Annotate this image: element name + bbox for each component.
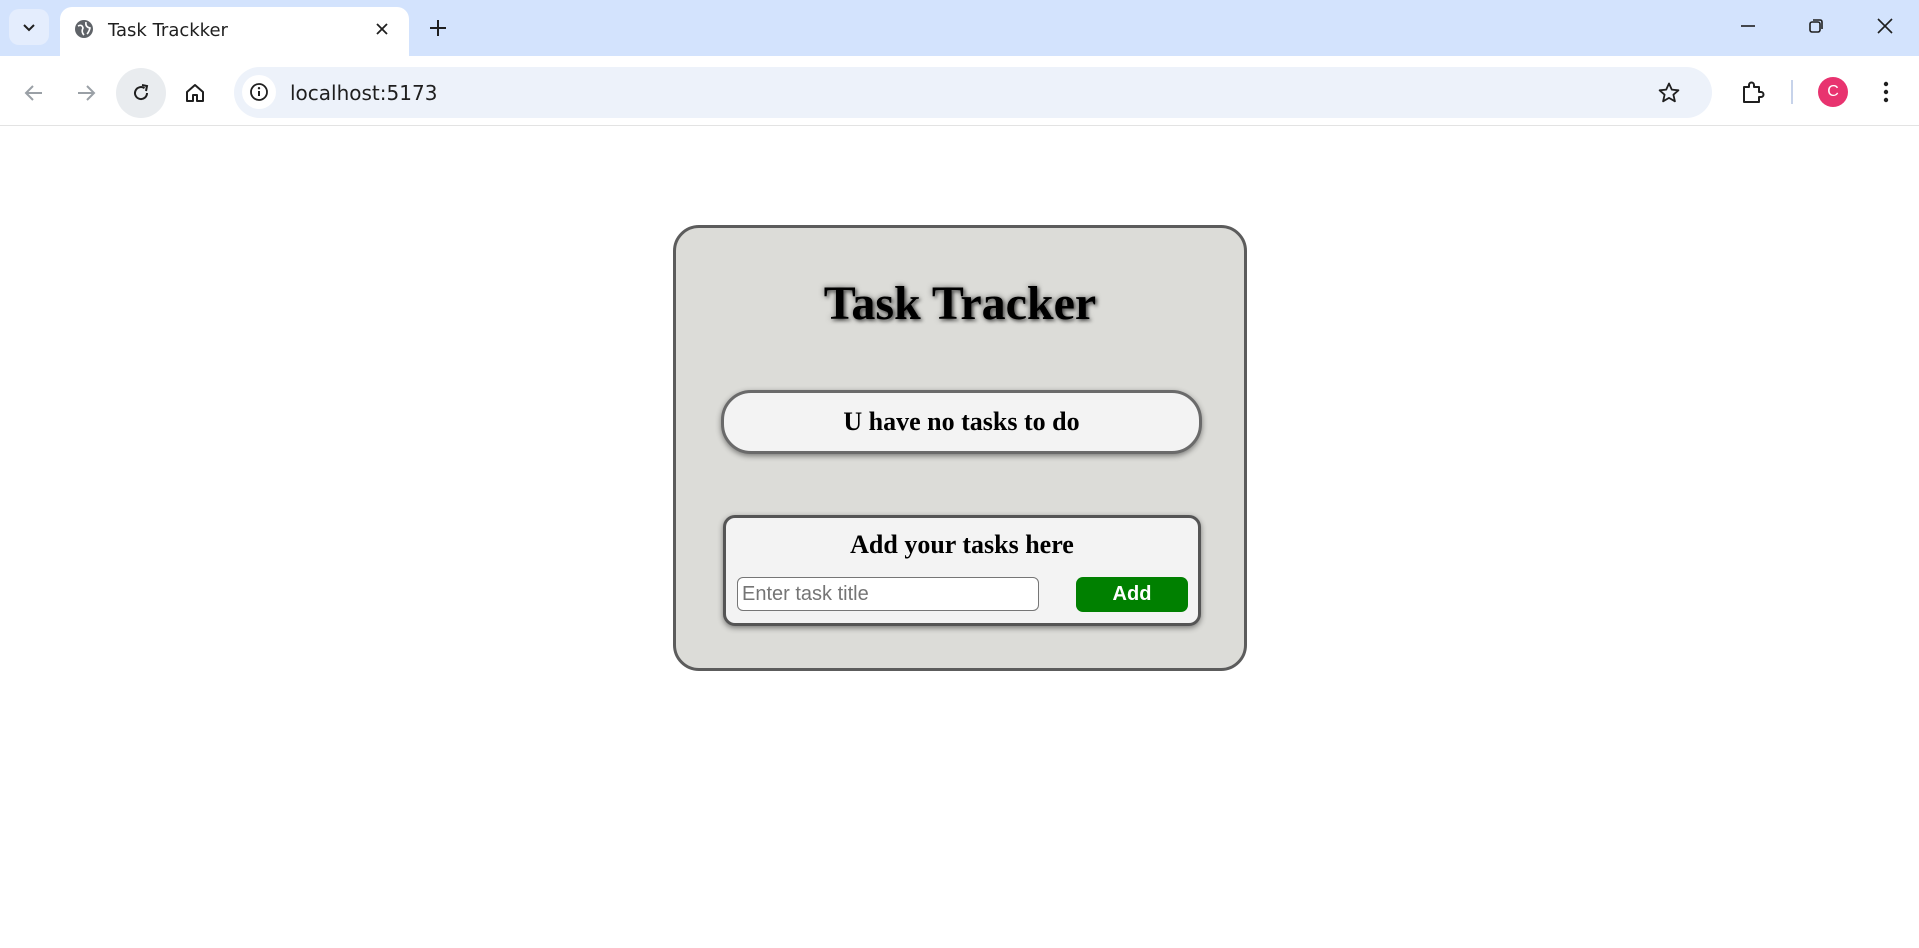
restore-icon [1809, 19, 1823, 33]
add-task-heading: Add your tasks here [850, 530, 1074, 559]
home-icon [186, 84, 204, 102]
star-icon[interactable] [1654, 78, 1684, 108]
toolbar-separator [1791, 80, 1793, 104]
kebab-menu-icon[interactable] [1868, 74, 1904, 110]
page-title: Task Tracker [823, 277, 1097, 330]
close-icon [1877, 18, 1893, 34]
puzzle-icon[interactable] [1735, 74, 1771, 110]
empty-tasks-panel: U have no tasks to do [721, 390, 1202, 454]
info-icon[interactable] [242, 75, 276, 109]
task-title-input[interactable] [737, 577, 1039, 611]
browser-toolbar: localhost:5173 C [0, 56, 1919, 126]
browser-tab[interactable]: Task Trackker [60, 7, 409, 56]
globe-icon [72, 17, 96, 41]
reload-icon [134, 84, 149, 101]
forward-button[interactable] [61, 68, 111, 118]
tab-search-button[interactable] [9, 9, 49, 45]
reload-button[interactable] [116, 68, 166, 118]
task-tracker-card: Task Tracker U have no tasks to do Add y… [673, 225, 1247, 671]
avatar[interactable]: C [1818, 77, 1848, 107]
minimize-icon [1741, 25, 1755, 27]
home-button[interactable] [170, 68, 220, 118]
plus-icon [430, 20, 446, 36]
arrow-right-icon [78, 85, 96, 101]
empty-tasks-message: U have no tasks to do [843, 407, 1080, 436]
back-button[interactable] [9, 68, 59, 118]
tab-close-icon[interactable] [370, 17, 394, 41]
close-window-button[interactable] [1857, 6, 1913, 46]
url-text[interactable]: localhost:5173 [290, 81, 437, 105]
add-task-panel: Add your tasks here Add [723, 515, 1201, 626]
address-bar[interactable]: localhost:5173 [234, 67, 1712, 118]
add-task-button[interactable]: Add [1076, 577, 1188, 612]
arrow-left-icon [24, 85, 42, 101]
tab-title: Task Trackker [108, 20, 228, 41]
chevron-down-icon [23, 24, 35, 32]
tab-strip: Task Trackker [0, 0, 1919, 56]
new-tab-button[interactable] [421, 11, 455, 45]
restore-button[interactable] [1788, 6, 1844, 46]
minimize-button[interactable] [1720, 6, 1776, 46]
